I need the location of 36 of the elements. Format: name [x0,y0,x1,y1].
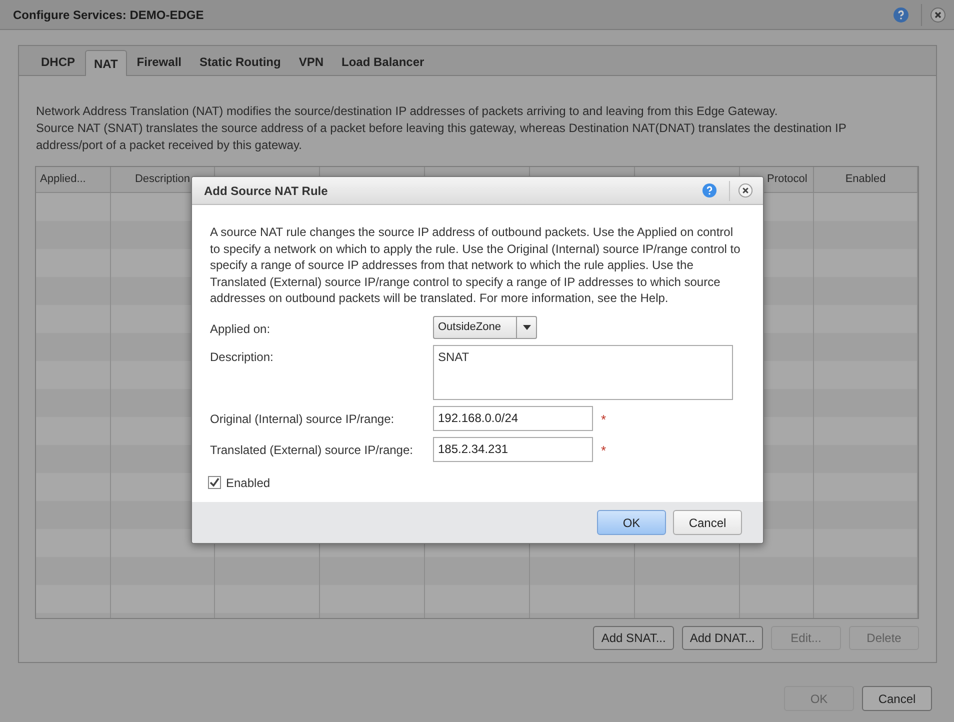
column-header[interactable]: Applied... [36,173,86,186]
help-icon[interactable] [702,183,717,198]
checkbox[interactable] [208,476,221,489]
field-label: Description: [210,348,274,366]
text-field[interactable]: 192.168.0.0/24 [433,406,593,430]
window-title: Configure Services: DEMO-EDGE [13,6,204,24]
close-icon[interactable] [930,6,946,22]
tab[interactable]: Static Routing [191,49,289,75]
caret-icon [522,324,530,330]
required-mark: * [601,410,606,428]
dialog-button[interactable]: Cancel [673,510,742,535]
table-action-button[interactable]: Add DNAT... [682,626,763,650]
close-icon[interactable] [738,183,753,198]
dialog-title: Add Source NAT Rule [204,182,328,200]
help-icon[interactable] [893,6,909,22]
intro-text: Network Address Translation (NAT) modifies the source/destination IP addresses of packets arriving to and leaving from this Edge Gateway. [36,103,779,120]
tab[interactable]: Firewall [128,49,190,75]
footer-button[interactable]: Cancel [862,686,932,711]
field-label: Applied on: [210,320,272,338]
tab[interactable]: VPN [290,49,332,75]
table-action-button[interactable]: Add SNAT... [593,626,674,650]
dropdown[interactable]: OutsideZone [433,316,537,338]
field-label: Original (Internal) source IP/range: [210,410,396,428]
checkbox-label: Enabled [226,474,270,492]
tab[interactable]: NAT [85,50,127,76]
text-field[interactable]: 185.2.34.231 [433,436,593,462]
column-header[interactable]: Description [134,173,190,186]
dialog-description: A source NAT rule changes the source IP address of outbound packets. Use the Applied on control to specify a network on which to apply the rule. Use the Original (Internal) source IP/range control to specify a range of source IP addresses from that network to which the rule applies. Use the Translated (External) source IP/range control to specify a range of IP addresses to which source addresses on outbound packets will be translated. For more information, see the Help. [210,224,741,306]
dialog-button[interactable]: OK [597,510,666,535]
description-field[interactable]: SNAT [433,344,733,400]
tab[interactable]: Load Balancer [334,49,432,75]
field-label: Translated (External) source IP/range: [210,442,414,458]
required-mark: * [601,442,606,460]
tab[interactable]: DHCP [33,49,84,75]
column-header[interactable]: Enabled [845,173,886,186]
intro-text: Source NAT (SNAT) translates the source address of a packet before leaving this gateway, whereas Destination NAT(DNAT) translates the destination IP address/port of a packet received by this gateway. [36,120,848,154]
